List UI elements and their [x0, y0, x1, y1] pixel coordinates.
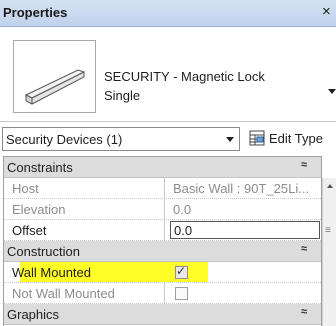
instance-filter-value: Security Devices (1) — [6, 132, 123, 147]
type-variant-name: Single — [104, 88, 141, 103]
property-row-host: Host Basic Wall : 90T_25Li... — [4, 178, 321, 199]
instance-filter-row: Security Devices (1) Edit Type — [0, 126, 336, 154]
not-wall-mounted-checkbox[interactable] — [175, 287, 188, 300]
scroll-up-icon[interactable] — [327, 184, 333, 188]
offset-value: 0.0 — [174, 223, 193, 238]
properties-grid: Constraints ≈ Host Basic Wall : 90T_25Li… — [3, 156, 322, 326]
checkmark-icon: ✓ — [176, 264, 187, 278]
property-row-not-wall-mounted: Not Wall Mounted — [4, 283, 321, 304]
property-row-elevation: Elevation 0.0 — [4, 199, 321, 220]
instance-filter-dropdown[interactable]: Security Devices (1) — [2, 127, 240, 151]
edit-type-button[interactable]: Edit Type — [247, 127, 336, 151]
chevron-down-icon[interactable] — [328, 89, 336, 94]
type-family-name: SECURITY - Magnetic Lock — [104, 69, 265, 84]
property-value: Basic Wall : 90T_25Li... — [173, 181, 310, 196]
type-selector[interactable]: SECURITY - Magnetic Lock Single — [0, 27, 336, 122]
property-name: Wall Mounted — [12, 265, 91, 280]
scroll-grip-icon[interactable]: ≡ — [325, 226, 333, 236]
property-name: Elevation — [12, 202, 66, 217]
chevron-down-icon — [226, 137, 234, 142]
collapse-icon[interactable]: ≈ — [301, 243, 307, 255]
property-row-wall-mounted: Wall Mounted ✓ — [4, 262, 321, 283]
close-icon[interactable]: × — [322, 3, 331, 20]
group-label: Construction — [7, 244, 80, 259]
panel-title: Properties — [3, 5, 68, 20]
wall-mounted-checkbox[interactable]: ✓ — [175, 264, 188, 279]
collapse-icon[interactable]: ≈ — [301, 306, 307, 318]
property-value: 0.0 — [173, 202, 192, 217]
edit-type-label: Edit Type — [269, 131, 323, 146]
group-constraints[interactable]: Constraints ≈ — [4, 157, 321, 178]
property-name: Host — [12, 181, 39, 196]
collapse-icon[interactable]: ≈ — [301, 159, 307, 171]
properties-title-bar: Properties × — [0, 0, 336, 27]
group-label: Constraints — [7, 160, 73, 175]
edit-type-icon — [249, 130, 265, 149]
property-row-offset: Offset 0.0 — [4, 220, 321, 241]
magnetic-lock-preview-icon — [13, 40, 96, 113]
vertical-scrollbar[interactable]: ≡ — [322, 178, 336, 326]
property-name: Not Wall Mounted — [12, 286, 115, 301]
group-construction[interactable]: Construction ≈ — [4, 241, 321, 262]
group-graphics[interactable]: Graphics ≈ — [4, 304, 321, 325]
type-name: SECURITY - Magnetic Lock Single — [104, 67, 304, 105]
property-name: Offset — [12, 223, 47, 238]
offset-input[interactable]: 0.0 — [170, 221, 320, 239]
group-label: Graphics — [7, 307, 60, 322]
